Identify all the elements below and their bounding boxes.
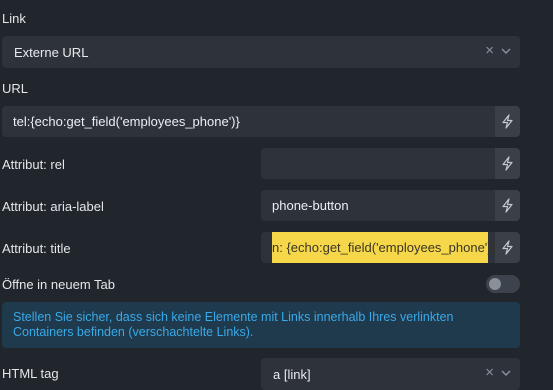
nested-links-notice: Stellen Sie sicher, dass sich keine Elem… bbox=[2, 302, 520, 348]
toggle-knob bbox=[489, 278, 501, 290]
bolt-icon bbox=[502, 114, 513, 129]
url-input[interactable]: tel:{echo:get_field('employees_phone')} bbox=[2, 106, 495, 137]
url-value: tel:{echo:get_field('employees_phone')} bbox=[13, 114, 240, 129]
bolt-icon bbox=[502, 156, 513, 171]
html-tag-label: HTML tag bbox=[2, 366, 59, 381]
link-type-value: Externe URL bbox=[14, 45, 89, 60]
new-tab-toggle[interactable] bbox=[486, 275, 520, 293]
clear-icon[interactable]: × bbox=[485, 364, 494, 381]
title-value: n: {echo:get_field('employees_phone')} bbox=[272, 240, 495, 255]
clear-icon[interactable]: × bbox=[485, 42, 494, 59]
title-label: Attribut: title bbox=[2, 241, 71, 256]
url-label: URL bbox=[2, 81, 29, 96]
html-tag-value: a [link] bbox=[273, 367, 311, 382]
aria-label-input[interactable]: phone-button bbox=[261, 190, 495, 221]
rel-label: Attribut: rel bbox=[2, 157, 65, 172]
chevron-down-icon[interactable] bbox=[500, 367, 512, 379]
link-type-select[interactable]: Externe URL × bbox=[2, 36, 520, 68]
html-tag-select[interactable]: a [link] × bbox=[261, 358, 520, 390]
bolt-icon bbox=[502, 198, 513, 213]
link-label: Link bbox=[2, 11, 26, 26]
bolt-icon bbox=[502, 240, 513, 255]
url-dynamic-tags-button[interactable] bbox=[495, 106, 520, 137]
rel-dynamic-tags-button[interactable] bbox=[495, 148, 520, 179]
aria-label-label: Attribut: aria-label bbox=[2, 199, 104, 214]
title-dynamic-tags-button[interactable] bbox=[495, 232, 520, 263]
settings-panel: Link Externe URL × URL tel:{echo:get_fie… bbox=[0, 0, 553, 390]
rel-input[interactable] bbox=[261, 148, 495, 179]
new-tab-label: Öffne in neuem Tab bbox=[2, 277, 115, 292]
notice-text: Stellen Sie sicher, dass sich keine Elem… bbox=[13, 310, 454, 339]
aria-label-dynamic-tags-button[interactable] bbox=[495, 190, 520, 221]
aria-label-value: phone-button bbox=[272, 198, 349, 213]
chevron-down-icon[interactable] bbox=[500, 45, 512, 57]
selected-text-highlight: n: {echo:get_field('employees_phone')} bbox=[272, 232, 495, 263]
title-input[interactable]: n: {echo:get_field('employees_phone')} bbox=[261, 232, 495, 263]
